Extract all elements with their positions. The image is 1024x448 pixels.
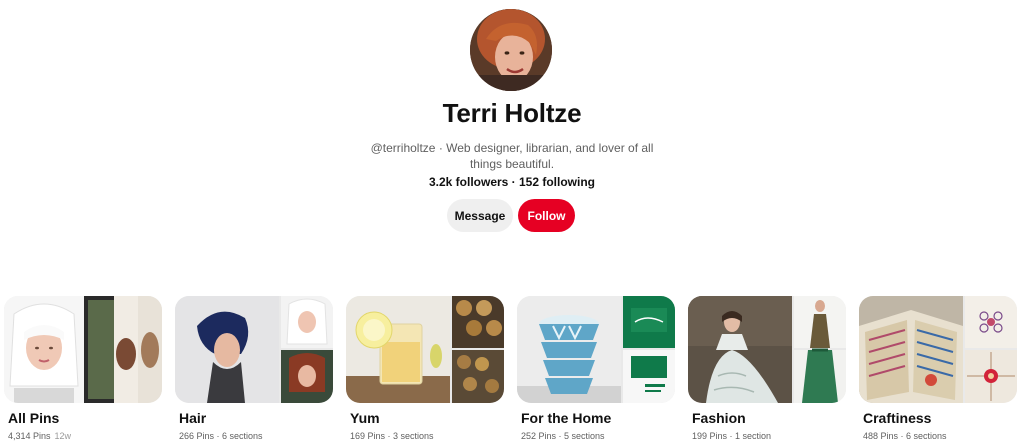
board-card-all-pins[interactable]: All Pins 4,314 Pins 12w — [4, 296, 166, 441]
board-title[interactable]: All Pins — [8, 410, 59, 426]
board-card-for-the-home[interactable]: For the Home 252 Pins · 5 sections — [517, 296, 679, 441]
board-title[interactable]: For the Home — [521, 410, 611, 426]
board-cover[interactable] — [688, 296, 846, 403]
board-card-yum[interactable]: Yum 169 Pins · 3 sections — [346, 296, 508, 441]
board-age: 12w — [54, 431, 72, 441]
board-title[interactable]: Craftiness — [863, 410, 931, 426]
profile-stats[interactable]: 3.2k followers · 152 following — [0, 175, 1024, 189]
board-meta: 199 Pins · 1 section — [692, 431, 772, 441]
board-card-hair[interactable]: Hair 266 Pins · 6 sections — [175, 296, 337, 441]
board-pin-count: 4,314 Pins — [8, 431, 51, 441]
board-cover[interactable] — [175, 296, 333, 403]
board-title[interactable]: Yum — [350, 410, 380, 426]
profile-avatar[interactable] — [470, 9, 552, 91]
profile-name: Terri Holtze — [442, 98, 582, 128]
follow-button[interactable]: Follow — [518, 199, 575, 232]
board-meta: 169 Pins · 3 sections — [350, 431, 434, 441]
board-cover[interactable] — [859, 296, 1017, 403]
board-meta: 488 Pins · 6 sections — [863, 431, 947, 441]
boards-grid: All Pins 4,314 Pins 12w Hair 266 Pins · 6… — [0, 296, 1024, 448]
message-button[interactable]: Message — [447, 199, 513, 232]
board-card-craftiness[interactable]: Craftiness 488 Pins · 6 sections — [859, 296, 1021, 441]
profile-bio: @terriholtze · Web designer, librarian, … — [370, 141, 654, 171]
board-meta: 4,314 Pins 12w — [8, 431, 71, 441]
board-meta: 252 Pins · 5 sections — [521, 431, 605, 441]
board-meta: 266 Pins · 6 sections — [179, 431, 263, 441]
board-card-fashion[interactable]: Fashion 199 Pins · 1 section — [688, 296, 850, 441]
board-title[interactable]: Hair — [179, 410, 206, 426]
board-cover[interactable] — [517, 296, 675, 403]
board-title[interactable]: Fashion — [692, 410, 746, 426]
board-cover[interactable] — [346, 296, 504, 403]
board-cover[interactable] — [4, 296, 162, 403]
